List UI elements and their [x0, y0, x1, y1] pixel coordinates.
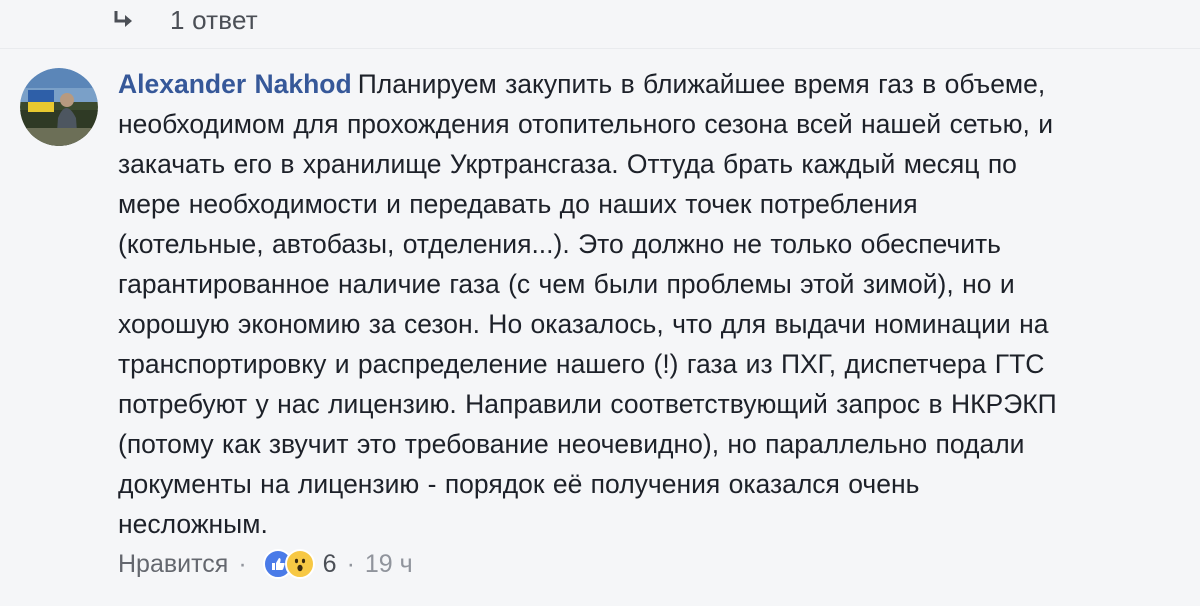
comment-text-line: мере необходимости и передавать до наших…: [118, 189, 918, 219]
like-button[interactable]: Нравится: [118, 550, 228, 579]
comment-text-line: гарантированное наличие газа (с чем были…: [118, 269, 1015, 299]
comment-text-line: потребуют у нас лицензию. Направили соот…: [118, 389, 1057, 419]
comment-thread: 1 ответ Alexander Nakhod Планируем закупи…: [0, 0, 1200, 606]
timestamp[interactable]: 19 ч: [365, 550, 413, 579]
reaction-count[interactable]: 6: [323, 550, 337, 579]
comment-line: Alexander Nakhod Планируем закупить в бли…: [118, 64, 1178, 104]
wow-icon: [284, 549, 315, 579]
comment-text-line: несложным.: [118, 509, 268, 539]
comment-text-line: Планируем закупить в ближайшее время газ…: [357, 69, 1046, 99]
comment-text-line: хорошую экономию за сезон. Но оказалось,…: [118, 309, 1049, 339]
divider: [0, 48, 1200, 49]
replies-link[interactable]: 1 ответ: [110, 2, 258, 38]
separator: ·: [346, 549, 355, 578]
comment-text-line: закачать его в хранилище Укртрансгаза. О…: [118, 149, 1017, 179]
replies-count[interactable]: 1 ответ: [170, 5, 258, 36]
comment-text-line: (потому как звучит это требование неочев…: [118, 429, 1025, 459]
separator: ·: [238, 549, 247, 578]
comment-text-line: транспортировку и распределение нашего (…: [118, 349, 1045, 379]
reactions-summary[interactable]: [262, 549, 315, 579]
avatar[interactable]: [20, 68, 98, 146]
comment-actions: Нравится · 6 · 19 ч: [118, 544, 413, 584]
comment-text-line: необходимом для прохождения отопительног…: [118, 109, 1054, 139]
comment-body: Alexander Nakhod Планируем закупить в бли…: [118, 64, 1178, 544]
comment-text-line: (котельные, автобазы, отделения...). Это…: [118, 229, 1001, 259]
author-name[interactable]: Alexander Nakhod: [118, 69, 352, 99]
comment-text-line: документы на лицензию - порядок её получ…: [118, 469, 920, 499]
reply-arrow-icon: [110, 7, 136, 33]
